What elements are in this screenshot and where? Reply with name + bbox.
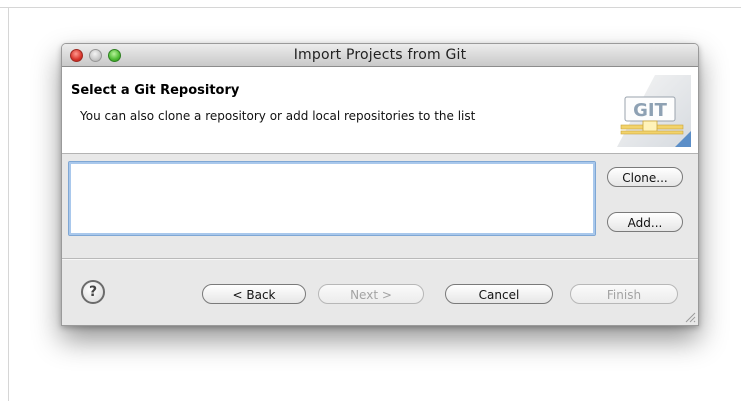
git-logo-icon: GIT — [617, 75, 691, 147]
page-frame-top-border — [0, 7, 741, 8]
import-projects-dialog: Import Projects from Git Select a Git Re… — [61, 43, 699, 326]
clone-button[interactable]: Clone... — [607, 167, 683, 187]
page-title: Select a Git Repository — [71, 83, 240, 98]
page-description: You can also clone a repository or add l… — [80, 109, 476, 123]
cancel-button[interactable]: Cancel — [445, 284, 553, 304]
help-icon[interactable]: ? — [81, 280, 105, 304]
git-logo-text: GIT — [633, 100, 667, 121]
wizard-header: Select a Git Repository You can also clo… — [62, 67, 698, 154]
page-frame-left-border — [8, 7, 9, 401]
titlebar[interactable]: Import Projects from Git — [62, 44, 698, 67]
next-button: Next > — [318, 284, 424, 304]
window-title: Import Projects from Git — [293, 47, 467, 63]
finish-button: Finish — [570, 284, 678, 304]
resize-grip-icon[interactable] — [684, 311, 696, 323]
add-button[interactable]: Add... — [607, 212, 683, 232]
back-button[interactable]: < Back — [202, 284, 306, 304]
repository-list[interactable] — [68, 161, 596, 236]
footer-separator-highlight — [62, 259, 698, 260]
